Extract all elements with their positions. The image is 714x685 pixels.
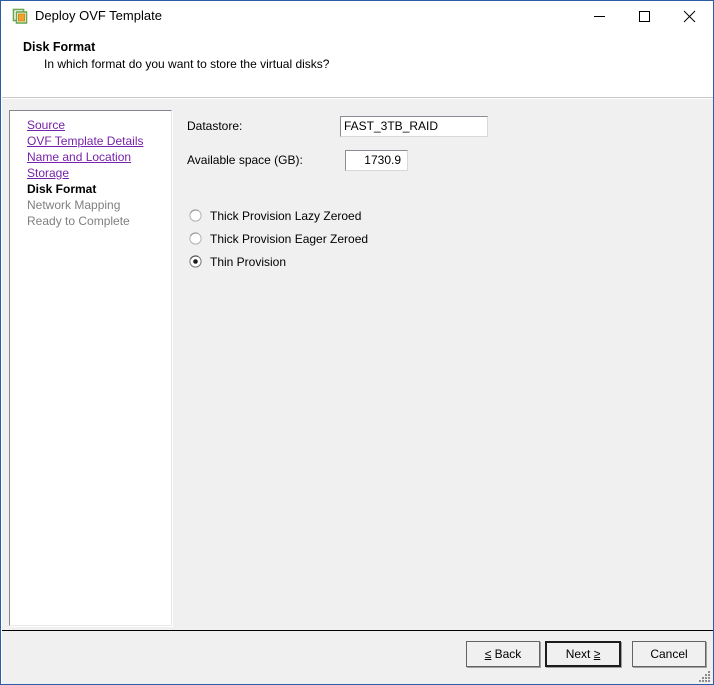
radio-label-thick-eager: Thick Provision Eager Zeroed bbox=[210, 232, 369, 246]
datastore-field[interactable]: FAST_3TB_RAID bbox=[340, 116, 488, 137]
next-button[interactable]: Next ≥ bbox=[545, 641, 621, 667]
resize-grip[interactable] bbox=[697, 669, 711, 683]
nav-item-disk-format: Disk Format bbox=[27, 182, 97, 196]
minimize-button[interactable] bbox=[577, 1, 622, 31]
close-button[interactable] bbox=[667, 1, 712, 31]
back-button[interactable]: ≤ Back bbox=[466, 641, 540, 667]
disk-format-form: Datastore: FAST_3TB_RAID Available space… bbox=[173, 99, 713, 630]
radio-label-thin-provision: Thin Provision bbox=[210, 255, 287, 269]
page-header: Disk Format In which format do you want … bbox=[2, 31, 713, 98]
dialog-body: Source OVF Template Details Name and Loc… bbox=[2, 99, 713, 630]
maximize-button[interactable] bbox=[622, 1, 667, 31]
nav-item-storage[interactable]: Storage bbox=[27, 165, 171, 181]
radio-label-thick-lazy: Thick Provision Lazy Zeroed bbox=[210, 209, 362, 223]
available-space-label: Available space (GB): bbox=[187, 153, 303, 167]
radio-unchecked-icon bbox=[189, 209, 202, 222]
radio-unchecked-icon bbox=[189, 232, 202, 245]
cancel-label: Cancel bbox=[650, 647, 688, 661]
nav-item-name-and-location[interactable]: Name and Location bbox=[27, 149, 171, 165]
radio-checked-icon bbox=[189, 255, 202, 268]
ovf-template-icon bbox=[12, 8, 28, 24]
nav-item-ovf-template-details[interactable]: OVF Template Details bbox=[27, 133, 171, 149]
datastore-label: Datastore: bbox=[187, 119, 243, 133]
title-bar: Deploy OVF Template bbox=[1, 1, 713, 31]
dialog-footer: ≤ Back Next ≥ Cancel bbox=[2, 631, 713, 684]
wizard-nav-panel: Source OVF Template Details Name and Loc… bbox=[9, 110, 172, 626]
nav-item-ready-to-complete: Ready to Complete bbox=[27, 214, 130, 228]
deploy-ovf-template-window: Deploy OVF Template Disk Format In which… bbox=[0, 0, 714, 685]
available-space-field: 1730.9 bbox=[345, 150, 408, 171]
next-accel-glyph: ≥ bbox=[593, 647, 601, 661]
cancel-button[interactable]: Cancel bbox=[632, 641, 706, 667]
nav-item-network-mapping: Network Mapping bbox=[27, 198, 121, 212]
wizard-nav-list: Source OVF Template Details Name and Loc… bbox=[27, 117, 171, 229]
window-title: Deploy OVF Template bbox=[35, 8, 162, 23]
next-label: Next bbox=[565, 647, 594, 661]
nav-item-source[interactable]: Source bbox=[27, 117, 171, 133]
page-title: Disk Format bbox=[23, 40, 96, 54]
back-label: Back bbox=[491, 647, 522, 661]
page-subtitle: In which format do you want to store the… bbox=[44, 57, 330, 71]
